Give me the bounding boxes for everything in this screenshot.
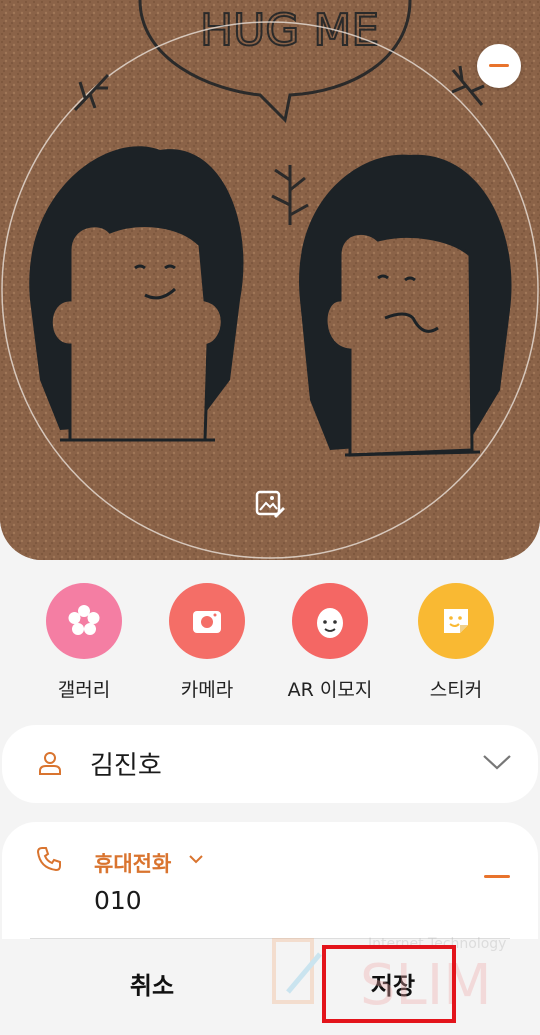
chevron-down-icon[interactable] xyxy=(482,753,512,771)
minus-icon[interactable] xyxy=(484,875,510,878)
hedgehog-photo-image: HUG ME xyxy=(0,0,540,560)
hug-me-text: HUG ME xyxy=(200,5,379,56)
ar-emoji-label: AR 이모지 xyxy=(287,679,373,701)
edit-image-icon[interactable] xyxy=(254,488,286,520)
sticker-label: 스티커 xyxy=(429,679,483,701)
profile-photo[interactable]: HUG ME xyxy=(0,0,540,560)
sticker-option[interactable]: 스티커 xyxy=(396,583,516,702)
camera-label: 카메라 xyxy=(180,679,234,701)
sticker-icon xyxy=(418,583,494,659)
gallery-label: 갤러리 xyxy=(57,679,111,701)
save-highlight-box xyxy=(322,945,456,1023)
name-field[interactable]: 김진호 xyxy=(2,725,538,803)
cancel-button[interactable]: 취소 xyxy=(77,961,227,1011)
camera-icon xyxy=(169,583,245,659)
action-bar: 취소 저장 xyxy=(0,939,540,1035)
face-icon xyxy=(292,583,368,659)
phone-icon xyxy=(36,847,61,872)
phone-number-input[interactable]: 010 xyxy=(94,886,142,915)
ar-emoji-option[interactable]: AR 이모지 xyxy=(270,583,390,702)
photo-source-options: 갤러리 카메라 AR 이모지 스티커 xyxy=(0,583,540,703)
phone-type-label[interactable]: 휴대전화 xyxy=(94,848,171,878)
chevron-down-icon[interactable] xyxy=(188,854,204,864)
flower-icon xyxy=(46,583,122,659)
name-value[interactable]: 김진호 xyxy=(90,745,162,782)
remove-photo-button[interactable] xyxy=(477,44,521,88)
user-icon xyxy=(39,752,61,775)
camera-option[interactable]: 카메라 xyxy=(147,583,267,702)
gallery-option[interactable]: 갤러리 xyxy=(24,583,144,702)
